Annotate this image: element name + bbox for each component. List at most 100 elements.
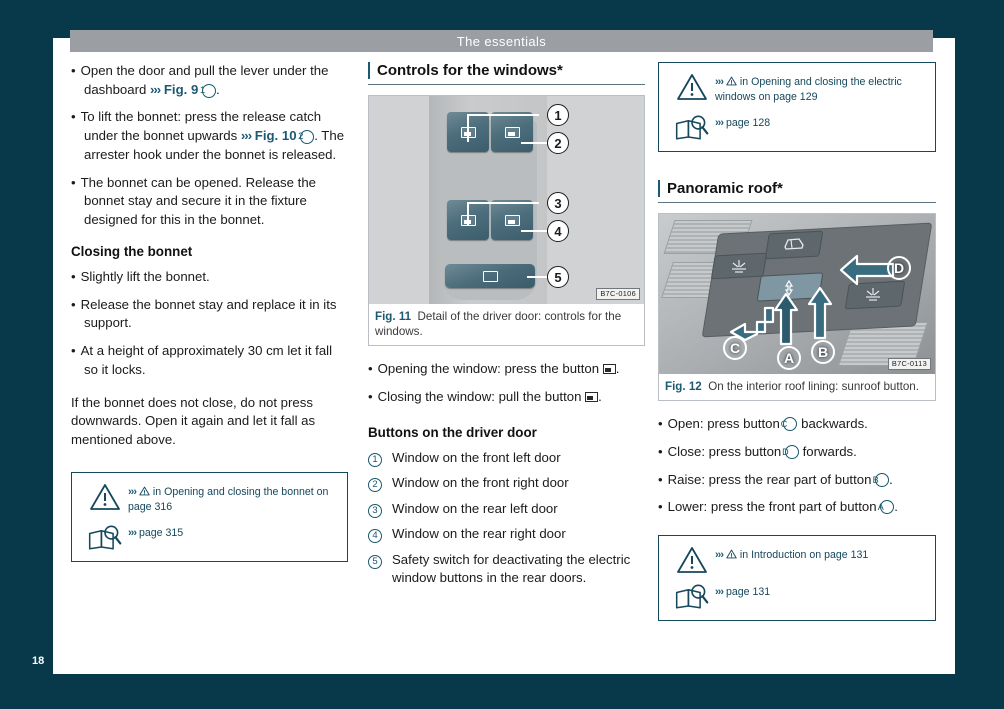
list-item: 3 Window on the rear left door [368,500,645,519]
section-title-controls-windows: Controls for the windows* [368,62,645,85]
reference-box-introduction: ››› in Introduction on page 131 ››› page… [658,535,936,622]
reference-warning-text: ››› in Introduction on page 131 [715,549,869,562]
figure-11-caption-label: Fig. 11 [375,310,412,323]
figure-11: 1 2 3 4 5 B7C-0106 Fig. 11 Detail of the… [368,95,645,347]
figure-11-image: 1 2 3 4 5 B7C-0106 [369,96,644,304]
list-item: 1 Window on the front left door [368,449,645,468]
reading-light-icon-right [866,288,880,301]
column-middle: Controls for the windows* 1 2 3 4 5 B7C-… [368,62,645,594]
reference-row-warning: ››› in Opening and closing the bonnet on… [82,482,337,515]
leader-line-5 [527,276,547,278]
figure-12-caption-text: On the interior roof lining: sunroof but… [708,380,919,394]
inline-circle-A: A [878,500,895,515]
bullet-open-window: Opening the window: press the button . [368,360,645,379]
inline-circle-1: 1 [200,83,216,98]
window-open-glyph-icon [602,364,616,375]
figure-callout-4: 4 [547,220,569,242]
window-close-glyph-icon [585,391,599,402]
inline-circle-B: B [873,472,890,487]
figure-11-caption-text: Detail of the driver door: controls for … [375,310,622,339]
figure-12-caption: Fig. 12 On the interior roof lining: sun… [659,374,935,400]
warning-triangle-icon [82,482,128,511]
bullet-bonnet-opened: The bonnet can be opened. Release the bo… [71,174,348,230]
list-item-text: Safety switch for deactivating the elect… [392,551,631,586]
inline-circle-2: 2 [298,130,315,145]
reference-warning-text: ››› in Opening and closing the electric … [715,76,902,104]
reference-row-book: ››› page 315 [82,523,337,552]
bullet-release-stay: Release the bonnet stay and replace it i… [71,296,348,333]
warning-triangle-icon [669,72,715,101]
reading-light-icon-left [732,260,746,273]
leader-line-1 [467,116,469,142]
warning-triangle-inline-icon [726,549,737,559]
list-item-text: Window on the rear right door [392,526,566,542]
warning-triangle-inline-icon [139,486,150,496]
content-columns: Open the door and pull the lever under t… [71,62,943,642]
reference-book-text: ››› page 131 [715,586,771,599]
window-button-rear-right[interactable] [491,200,533,240]
leader-line-4 [521,230,547,232]
inline-circle-C: C [781,417,798,432]
list-number-4: 4 [368,529,382,544]
figure-12-code: B7C-0113 [887,358,931,371]
list-item: 2 Window on the front right door [368,474,645,493]
warning-triangle-icon [669,545,715,574]
reference-warning-text: ››› in Opening and closing the bonnet on… [128,485,329,514]
figure-12-image: C A B D B7C-0113 [659,214,935,375]
leader-line-3b [467,202,539,204]
reference-book-text: ››› page 128 [715,117,771,130]
subhead-closing-bonnet: Closing the bonnet [71,243,193,259]
reference-row-book: ››› page 128 [669,113,925,142]
bullet-roof-open: Open: press button C backwards. [658,415,936,434]
arrow-raise-rear [807,287,833,340]
figure-11-caption: Fig. 11 Detail of the driver door: contr… [369,304,644,345]
fig-ref-10[interactable]: Fig. 10 [255,128,297,143]
paragraph-bonnet-not-close: If the bonnet does not close, do not pre… [71,394,316,448]
bullet-slightly-lift: Slightly lift the bonnet. [71,268,348,287]
list-number-1: 1 [368,452,382,467]
safety-switch-button[interactable] [445,264,535,288]
list-item: 4 Window on the rear right door [368,525,645,544]
reference-box-bonnet: ››› in Opening and closing the bonnet on… [71,471,348,562]
list-number-5: 5 [368,554,382,569]
reference-book-text: ››› page 315 [128,526,184,539]
column-right: ››› in Opening and closing the electric … [658,62,936,622]
leader-line-1b [467,114,539,116]
figure-12: C A B D B7C-0113 Fig. 12 On the interior… [658,213,936,402]
list-item: 5 Safety switch for deactivating the ele… [368,551,645,588]
reference-row-warning: ››› in Introduction on page 131 [669,545,925,574]
inline-circle-D: D [782,445,799,460]
bullet-lift-bonnet: To lift the bonnet: press the release ca… [71,108,348,164]
manual-page: The essentials 18 Open the door and pull… [0,0,1004,709]
list-item-text: Window on the front left door [392,449,561,465]
column-left: Open the door and pull the lever under t… [71,62,348,562]
window-glyph-icon [504,214,520,226]
book-magnifier-icon [669,582,715,611]
bullet-open-door: Open the door and pull the lever under t… [71,62,348,99]
page-number: 18 [32,655,45,667]
figure-callout-1: 1 [547,104,569,126]
subhead-buttons-driver-door: Buttons on the driver door [368,424,537,440]
window-button-front-right[interactable] [491,112,533,152]
numbered-list-driver-door: 1 Window on the front left door 2 Window… [368,449,645,588]
figure-12-caption-label: Fig. 12 [665,380,702,394]
figure-callout-2: 2 [547,132,569,154]
leader-line-3 [467,204,469,226]
list-number-3: 3 [368,503,382,518]
bullet-height-30cm: At a height of approximately 30 cm let i… [71,342,348,379]
bullet-roof-lower: Lower: press the front part of button A. [658,498,936,517]
fig-ref-9[interactable]: Fig. 9 [164,82,198,97]
book-magnifier-icon [82,523,128,552]
bullet-roof-raise: Raise: press the rear part of button B. [658,471,936,490]
warning-triangle-inline-icon [726,76,737,86]
list-item-text: Window on the rear left door [392,500,558,516]
figure-11-code: B7C-0106 [596,288,640,300]
running-header: The essentials [70,30,933,52]
arrow-lower-front [773,293,799,346]
figure-callout-5: 5 [547,266,569,288]
reference-box-electric-windows: ››› in Opening and closing the electric … [658,62,936,153]
figure-callout-3: 3 [547,192,569,214]
list-item-text: Window on the front right door [392,475,569,491]
running-header-title: The essentials [456,33,547,49]
window-glyph-icon [504,126,520,138]
